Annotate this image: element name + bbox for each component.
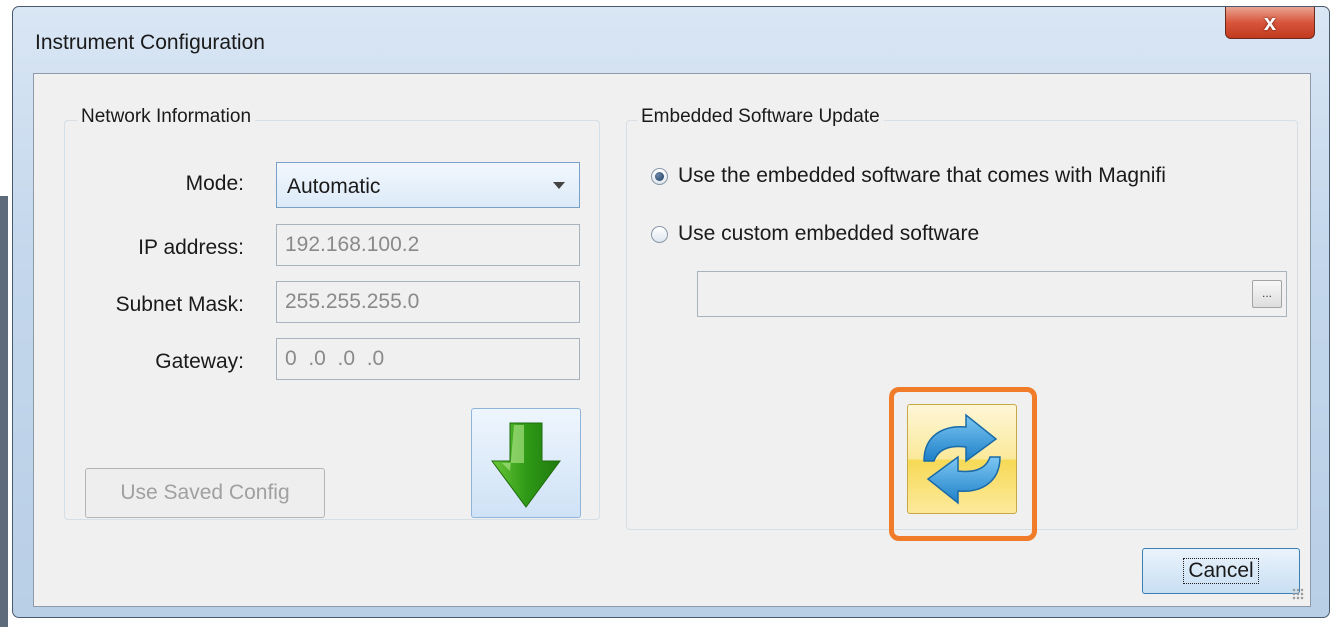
custom-software-radio[interactable] [651,226,668,243]
resize-grip-icon[interactable] [1292,588,1304,600]
embedded-software-update-legend: Embedded Software Update [637,106,884,128]
ip-address-field[interactable]: 192.168.100.2 [276,224,580,266]
cancel-button[interactable]: Cancel [1142,548,1300,594]
subnet-mask-label: Subnet Mask: [115,293,244,316]
update-software-button[interactable] [907,404,1017,514]
apply-network-button[interactable] [471,408,581,518]
green-down-arrow-icon [491,422,561,508]
network-information-legend: Network Information [77,106,256,128]
mode-select-value: Automatic [287,175,381,198]
default-software-label[interactable]: Use the embedded software that comes wit… [678,164,1166,188]
chevron-down-icon [553,182,565,189]
dialog-body: Network Information Mode: Automatic IP a… [33,73,1311,607]
instrument-configuration-dialog: Instrument Configuration x Network Infor… [12,6,1330,618]
cancel-button-label: Cancel [1183,558,1259,584]
custom-software-path-field[interactable]: ... [697,271,1287,317]
refresh-arrows-icon [923,413,1001,505]
custom-software-label[interactable]: Use custom embedded software [678,222,979,246]
browse-button[interactable]: ... [1252,280,1282,308]
close-icon: x [1263,9,1277,35]
ip-address-label: IP address: [138,236,244,259]
close-button[interactable]: x [1225,7,1315,39]
window-title: Instrument Configuration [35,31,265,54]
subnet-mask-field[interactable]: 255.255.255.0 [276,281,580,323]
gateway-field[interactable]: 0 .0 .0 .0 [276,338,580,380]
background-strip [0,196,8,627]
use-saved-config-button[interactable]: Use Saved Config [85,468,325,518]
mode-select[interactable]: Automatic [276,162,580,208]
mode-label: Mode: [185,172,244,195]
gateway-label: Gateway: [155,350,244,373]
default-software-radio[interactable] [651,168,668,185]
